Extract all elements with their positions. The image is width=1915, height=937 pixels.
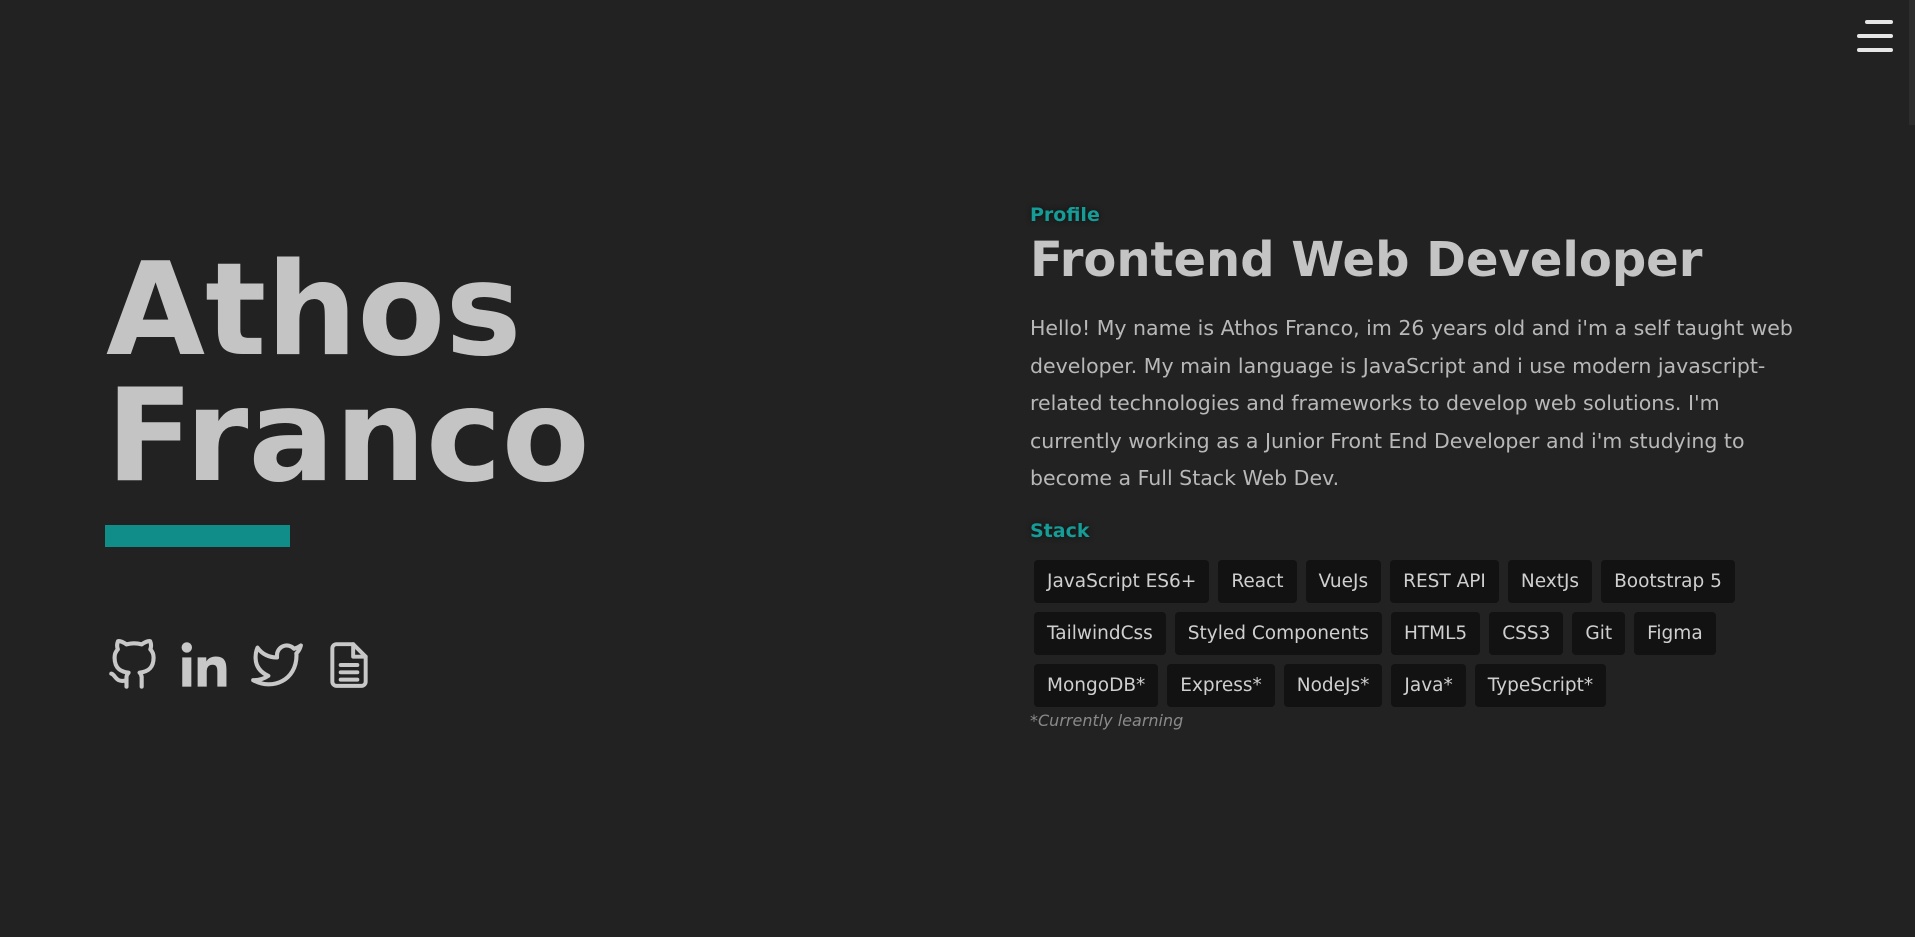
stack-label: Stack: [1030, 519, 1090, 542]
stack-tags: JavaScript ES6+ React VueJs REST API Nex…: [1030, 559, 1774, 707]
stack-tag: React: [1218, 559, 1297, 603]
stack-tag: Figma: [1634, 611, 1716, 655]
twitter-icon[interactable]: [250, 638, 304, 692]
stack-tag: JavaScript ES6+: [1034, 559, 1210, 603]
stack-tag: REST API: [1390, 559, 1499, 603]
profile-title: Frontend Web Developer: [1030, 232, 1703, 288]
stack-tag: NodeJs*: [1283, 663, 1383, 707]
stack-tag: Styled Components: [1174, 611, 1382, 655]
page: Athos Franco Profile Frontend Web Develo…: [0, 0, 1915, 937]
stack-tag: Express*: [1167, 663, 1275, 707]
stack-tag: NextJs: [1507, 559, 1593, 603]
github-icon[interactable]: [106, 638, 160, 692]
name-underline: [105, 525, 290, 547]
stack-tag: Java*: [1391, 663, 1466, 707]
hamburger-menu-icon[interactable]: [1853, 18, 1893, 54]
stack-tag: MongoDB*: [1034, 663, 1159, 707]
profile-label: Profile: [1030, 204, 1100, 226]
learning-note: *Currently learning: [1030, 710, 1184, 730]
stack-tag: Bootstrap 5: [1601, 559, 1735, 603]
first-name: Athos: [106, 236, 522, 385]
profile-bio: Hello! My name is Athos Franco, im 26 ye…: [1030, 316, 1793, 490]
scrollbar[interactable]: [1909, 0, 1915, 125]
hero-name: Athos Franco: [106, 236, 590, 511]
stack-tag: HTML5: [1390, 611, 1481, 655]
social-links: [106, 638, 376, 692]
stack-tag: VueJs: [1305, 559, 1382, 603]
stack-tag: TailwindCss: [1034, 611, 1166, 655]
stack-tag: TypeScript*: [1474, 663, 1607, 707]
last-name: Franco: [106, 362, 590, 511]
profile-section: Profile Frontend Web Developer Hello! My…: [1030, 204, 1800, 730]
linkedin-icon[interactable]: [178, 638, 232, 692]
stack-tag: CSS3: [1489, 611, 1564, 655]
stack-tag: Git: [1572, 611, 1626, 655]
resume-document-icon[interactable]: [322, 638, 376, 692]
